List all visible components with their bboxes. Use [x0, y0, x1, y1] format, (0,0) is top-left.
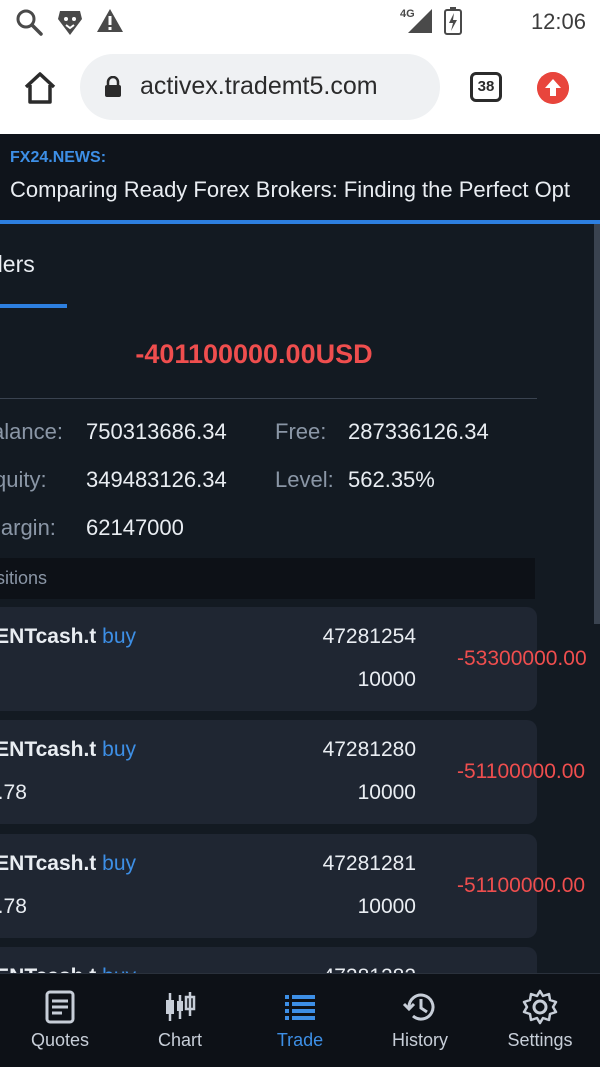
update-arrow-icon[interactable] — [537, 72, 569, 104]
history-icon — [402, 993, 435, 1021]
balance-label: alance: — [0, 419, 63, 444]
browser-toolbar: activex.trademt5.com 38 — [0, 42, 600, 134]
nav-chart[interactable]: Chart — [120, 974, 240, 1067]
positions-header-label: ositions — [0, 568, 48, 588]
scrollbar[interactable] — [594, 224, 600, 624]
quotes-icon — [45, 990, 75, 1024]
tab-orders[interactable]: ders — [0, 251, 35, 278]
balance-value: 750313686.34 — [86, 419, 227, 444]
margin-value: 62147000 — [86, 515, 184, 540]
gear-icon — [522, 989, 558, 1025]
position-volume: 10000 — [357, 781, 416, 804]
total-profit: -401100000.00USD — [135, 339, 373, 369]
nav-trade[interactable]: Trade — [240, 974, 360, 1067]
position-volume: 10000 — [357, 895, 416, 918]
position-ticket: 47281281 — [322, 852, 416, 875]
position-symbol: RENTcash.t buy — [0, 738, 137, 761]
margin-label: largin: — [0, 515, 56, 540]
position-profit: -53300000.00 — [457, 647, 587, 670]
search-icon — [16, 9, 43, 36]
bottom-navigation: Quotes Chart Trade History Settings — [0, 973, 600, 1067]
nav-history[interactable]: History — [360, 974, 480, 1067]
position-ticket: 47281280 — [322, 738, 416, 761]
position-volume: 10000 — [357, 668, 416, 691]
news-label: FX24.NEWS: — [10, 149, 107, 166]
home-icon[interactable] — [20, 68, 60, 108]
position-card[interactable]: RENTcash.t buy 7.78 47281281 10000 -5110… — [0, 834, 585, 938]
equity-label: quity: — [0, 467, 47, 492]
position-symbol: RENTcash.t buy — [0, 965, 136, 973]
position-side: buy — [102, 625, 137, 648]
news-ticker[interactable]: FX24.NEWS: Comparing Ready Forex Brokers… — [0, 134, 600, 224]
address-bar[interactable]: activex.trademt5.com — [80, 54, 440, 120]
position-profit: -51100000.00 — [457, 760, 586, 783]
brave-lion-icon — [58, 11, 82, 35]
position-card[interactable]: RENTcash.t buy 7.78 47281280 10000 -5110… — [0, 720, 585, 824]
battery-charging-icon — [444, 7, 462, 35]
nav-settings[interactable]: Settings — [480, 974, 600, 1067]
nav-label: Quotes — [30, 1030, 90, 1050]
divider — [0, 398, 537, 399]
position-symbol: RENTcash.t buy — [0, 852, 137, 875]
position-side: buy — [102, 852, 137, 875]
nav-label: Trade — [276, 1030, 324, 1050]
position-card[interactable]: RENTcash.t buy 47281282 — [0, 947, 537, 973]
free-value: 287336126.34 — [348, 419, 489, 444]
position-ticket: 47281282 — [323, 965, 416, 973]
position-side: buy — [102, 965, 136, 973]
level-label: Level: — [275, 467, 334, 492]
position-side: buy — [102, 738, 137, 761]
signal-icon — [408, 9, 432, 33]
news-headline[interactable]: Comparing Ready Forex Brokers: Finding t… — [10, 177, 570, 203]
position-card[interactable]: RENTcash.t buy 8 47281254 10000 -5330000… — [0, 607, 587, 711]
nav-label: History — [391, 1030, 448, 1050]
status-bar: 4G 12:06 — [0, 0, 600, 42]
trade-panel: ders -401100000.00USD alance: 750313686.… — [0, 224, 600, 973]
free-label: Free: — [275, 419, 327, 444]
positions-header: ositions — [0, 558, 535, 599]
trade-list-icon — [285, 995, 315, 1020]
url-text: activex.trademt5.com — [140, 72, 378, 100]
active-tab-indicator — [0, 304, 67, 308]
clock: 12:06 — [530, 9, 586, 34]
nav-quotes[interactable]: Quotes — [0, 974, 120, 1067]
nav-label: Chart — [157, 1030, 202, 1050]
position-price: 7.78 — [0, 781, 27, 804]
position-price: 7.78 — [0, 895, 27, 918]
nav-label: Settings — [507, 1030, 573, 1050]
position-symbol: RENTcash.t buy — [0, 625, 137, 648]
tab-switcher-button[interactable]: 38 — [470, 72, 502, 102]
warning-icon — [97, 9, 123, 32]
equity-value: 349483126.34 — [86, 467, 227, 492]
lock-icon — [105, 76, 121, 97]
position-profit: -51100000.00 — [457, 874, 586, 897]
position-ticket: 47281254 — [322, 625, 416, 648]
candlestick-chart-icon — [166, 992, 196, 1021]
level-value: 562.35% — [348, 467, 435, 492]
